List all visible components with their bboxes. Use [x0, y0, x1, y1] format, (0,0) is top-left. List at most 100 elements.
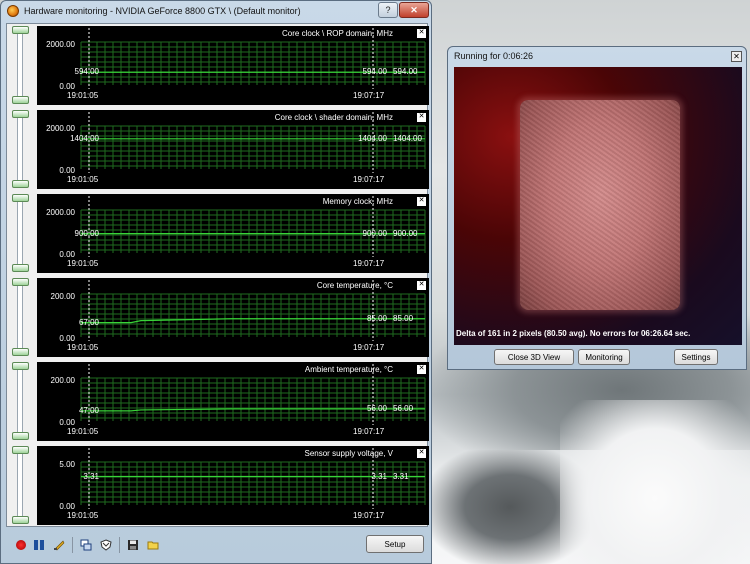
- end-time-label: 19:07:17: [353, 343, 385, 352]
- monitor-panels: Core clock \ ROP domain, MHz ✕ 2000.00 0…: [6, 23, 429, 527]
- graph-close-icon[interactable]: ✕: [417, 281, 426, 290]
- slider-bottom-handle[interactable]: [12, 96, 29, 104]
- hardware-monitoring-window: Hardware monitoring - NVIDIA GeForce 880…: [0, 0, 432, 564]
- y-min-label: 0.00: [59, 166, 75, 175]
- graph-title: Ambient temperature, °C: [304, 365, 393, 374]
- start-value-label: 900.00: [74, 228, 99, 238]
- end-time-label: 19:07:17: [353, 91, 385, 100]
- right-value-label: 56.00: [393, 403, 414, 413]
- settings-button[interactable]: Settings: [674, 349, 718, 365]
- slider-bottom-handle[interactable]: [12, 432, 29, 440]
- help-button[interactable]: ?: [378, 2, 398, 18]
- slider-bottom-handle[interactable]: [12, 180, 29, 188]
- render-close-icon[interactable]: ✕: [731, 51, 742, 62]
- graph-close-icon[interactable]: ✕: [417, 197, 426, 206]
- pause-icon[interactable]: [32, 538, 46, 552]
- slider-bottom-handle[interactable]: [12, 516, 29, 524]
- graph-title: Core clock \ ROP domain, MHz: [282, 29, 393, 38]
- current-value-label: 1404.00: [358, 133, 387, 143]
- y-min-label: 0.00: [59, 250, 75, 259]
- graph-area: Core temperature, °C ✕ 200.00 0.00 67.00…: [37, 278, 429, 357]
- range-slider[interactable]: [17, 278, 23, 356]
- right-value-label: 1404.00: [393, 133, 422, 143]
- slider-bottom-handle[interactable]: [12, 348, 29, 356]
- log-icon[interactable]: [52, 538, 66, 552]
- start-value-label: 3.31: [83, 471, 99, 481]
- start-value-label: 594.00: [74, 67, 99, 77]
- close-3d-view-button[interactable]: Close 3D View: [494, 349, 574, 365]
- render-status-text: Delta of 161 in 2 pixels (80.50 avg). No…: [456, 329, 691, 338]
- monitor-panel: Core clock \ shader domain, MHz ✕ 2000.0…: [7, 108, 429, 191]
- start-value-label: 67.00: [78, 317, 99, 327]
- graph-close-icon[interactable]: ✕: [417, 449, 426, 458]
- y-max-label: 5.00: [59, 460, 75, 469]
- monitor-panel: Core clock \ ROP domain, MHz ✕ 2000.00 0…: [7, 24, 429, 107]
- graph-title: Core clock \ shader domain, MHz: [274, 113, 393, 122]
- slider-top-handle[interactable]: [12, 446, 29, 454]
- start-value-label: 47.00: [78, 405, 99, 415]
- title-bar[interactable]: Hardware monitoring - NVIDIA GeForce 880…: [1, 1, 431, 21]
- shield-icon[interactable]: [99, 538, 113, 552]
- monitor-panel: Ambient temperature, °C ✕ 200.00 0.00 47…: [7, 360, 429, 443]
- y-max-label: 2000.00: [46, 208, 75, 217]
- save-icon[interactable]: [126, 538, 140, 552]
- current-value-label: 56.00: [366, 403, 387, 413]
- right-value-label: 594.00: [393, 67, 418, 77]
- slider-top-handle[interactable]: [12, 194, 29, 202]
- slider-bottom-handle[interactable]: [12, 264, 29, 272]
- monitor-panel: Core temperature, °C ✕ 200.00 0.00 67.00…: [7, 276, 429, 359]
- range-slider[interactable]: [17, 194, 23, 272]
- graph-area: Core clock \ ROP domain, MHz ✕ 2000.00 0…: [37, 26, 429, 105]
- start-time-label: 19:01:05: [67, 259, 99, 268]
- render-viewport: Delta of 161 in 2 pixels (80.50 avg). No…: [454, 67, 742, 345]
- right-value-label: 85.00: [393, 313, 414, 323]
- start-time-label: 19:01:05: [67, 427, 99, 436]
- fur-render-window: Running for 0:06:26 ✕ Delta of 161 in 2 …: [447, 46, 747, 370]
- start-time-label: 19:01:05: [67, 343, 99, 352]
- record-icon[interactable]: [16, 540, 26, 550]
- y-min-label: 0.00: [59, 334, 75, 343]
- slider-top-handle[interactable]: [12, 110, 29, 118]
- range-slider[interactable]: [17, 446, 23, 524]
- range-slider[interactable]: [17, 362, 23, 440]
- graph-area: Memory clock, MHz ✕ 2000.00 0.00 900.00 …: [37, 194, 429, 273]
- graph-close-icon[interactable]: ✕: [417, 29, 426, 38]
- monitoring-button[interactable]: Monitoring: [578, 349, 630, 365]
- setup-button[interactable]: Setup: [366, 535, 424, 553]
- app-icon: [7, 5, 19, 17]
- render-window-title: Running for 0:06:26: [454, 51, 534, 61]
- range-slider[interactable]: [17, 110, 23, 188]
- graph-title: Core temperature, °C: [316, 281, 393, 290]
- y-max-label: 200.00: [50, 292, 75, 301]
- start-time-label: 19:01:05: [67, 91, 99, 100]
- toolbar: Setup: [6, 531, 428, 559]
- window-title: Hardware monitoring - NVIDIA GeForce 880…: [24, 6, 301, 16]
- open-folder-icon[interactable]: [146, 538, 160, 552]
- graph-close-icon[interactable]: ✕: [417, 113, 426, 122]
- end-time-label: 19:07:17: [353, 259, 385, 268]
- current-value-label: 3.31: [371, 471, 387, 481]
- slider-top-handle[interactable]: [12, 26, 29, 34]
- graph-area: Core clock \ shader domain, MHz ✕ 2000.0…: [37, 110, 429, 189]
- current-value-label: 594.00: [362, 67, 387, 77]
- right-value-label: 3.31: [393, 471, 409, 481]
- current-value-label: 85.00: [366, 313, 387, 323]
- y-max-label: 2000.00: [46, 124, 75, 133]
- start-value-label: 1404.00: [70, 133, 99, 143]
- windows-icon[interactable]: [79, 538, 93, 552]
- range-slider[interactable]: [17, 26, 23, 104]
- current-value-label: 900.00: [362, 228, 387, 238]
- toolbar-separator: [72, 537, 73, 553]
- render-buttons: Close 3D View Monitoring Settings: [484, 347, 744, 369]
- slider-top-handle[interactable]: [12, 362, 29, 370]
- slider-top-handle[interactable]: [12, 278, 29, 286]
- y-max-label: 2000.00: [46, 40, 75, 49]
- graph-close-icon[interactable]: ✕: [417, 365, 426, 374]
- y-min-label: 0.00: [59, 82, 75, 91]
- close-button[interactable]: ✕: [399, 2, 429, 18]
- graph-area: Sensor supply voltage, V ✕ 5.00 0.00 3.3…: [37, 446, 429, 525]
- right-value-label: 900.00: [393, 228, 418, 238]
- y-max-label: 200.00: [50, 376, 75, 385]
- monitor-panel: Sensor supply voltage, V ✕ 5.00 0.00 3.3…: [7, 444, 429, 527]
- monitor-panel: Memory clock, MHz ✕ 2000.00 0.00 900.00 …: [7, 192, 429, 275]
